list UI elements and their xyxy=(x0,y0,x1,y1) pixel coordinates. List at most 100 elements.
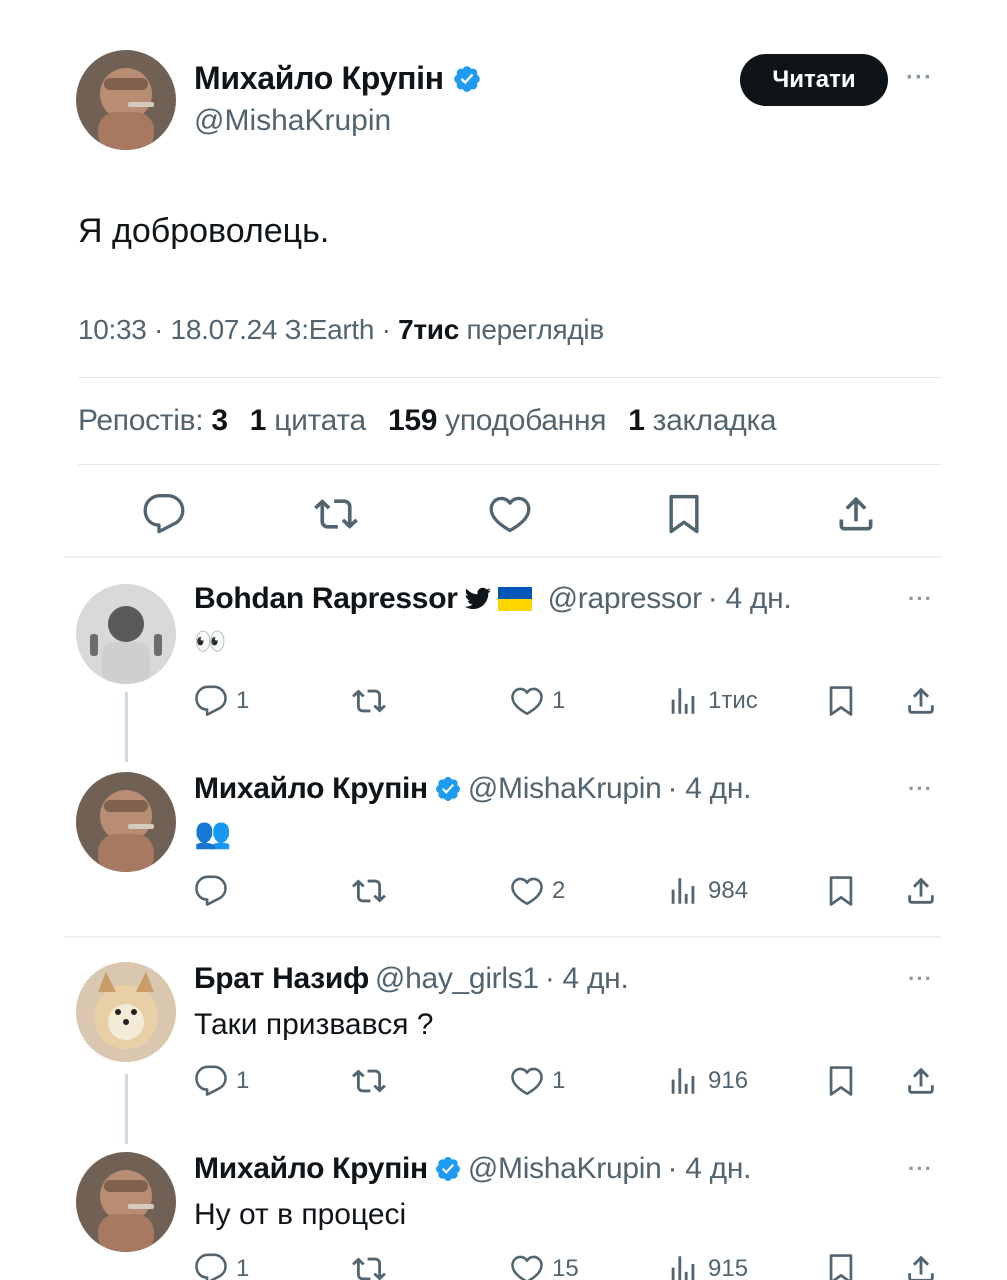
share-action[interactable] xyxy=(904,874,938,908)
views-icon xyxy=(666,684,700,718)
bookmark-action[interactable] xyxy=(824,1064,858,1098)
reply-icon xyxy=(194,1252,228,1280)
reply-icon[interactable] xyxy=(142,492,186,536)
views-action[interactable]: 1тис xyxy=(666,684,758,718)
bookmark-icon xyxy=(824,1252,858,1280)
repost-icon xyxy=(352,1252,386,1280)
reply-author-handle[interactable]: @hay_girls1 xyxy=(375,962,539,996)
reply-author-handle[interactable]: @MishaKrupin xyxy=(468,1152,662,1186)
reply-header: Михайло Крупін @MishaKrupin · 4 дн. xyxy=(194,772,751,806)
author-handle[interactable]: @MishaKrupin xyxy=(194,104,391,138)
reply-avatar[interactable] xyxy=(76,962,176,1062)
like-icon[interactable] xyxy=(488,492,532,536)
views-action[interactable]: 984 xyxy=(666,874,748,908)
thread-line xyxy=(125,692,128,762)
reply-text: Таки призвався ? xyxy=(194,1008,434,1041)
more-options-icon[interactable]: ··· xyxy=(906,64,933,92)
reply-header: Bohdan Rapressor @rapressor · 4 дн. xyxy=(194,582,792,616)
more-options-icon[interactable]: ··· xyxy=(908,586,933,612)
repost-action[interactable] xyxy=(352,1064,394,1098)
reply-author-name[interactable]: Брат Назиф xyxy=(194,962,369,996)
reply-author-name[interactable]: Bohdan Rapressor xyxy=(194,582,458,616)
like-icon xyxy=(510,684,544,718)
share-icon xyxy=(904,874,938,908)
reply-action[interactable]: 1 xyxy=(194,684,249,718)
bookmark-action[interactable] xyxy=(824,874,858,908)
bookmark-icon xyxy=(824,684,858,718)
quotes-stat[interactable]: 1 цитата xyxy=(250,404,366,437)
bookmark-action[interactable] xyxy=(824,684,858,718)
views-icon xyxy=(666,874,700,908)
author-name[interactable]: Михайло Крупін xyxy=(194,60,444,97)
divider xyxy=(78,377,942,378)
share-action[interactable] xyxy=(904,1252,938,1280)
reply-header: Брат Назиф @hay_girls1 · 4 дн. xyxy=(194,962,629,996)
like-action[interactable]: 2 xyxy=(510,874,565,908)
more-options-icon[interactable]: ··· xyxy=(908,1156,933,1182)
repost-action[interactable] xyxy=(352,684,394,718)
reply-text: Ну от в процесі xyxy=(194,1198,407,1231)
bookmark-icon[interactable] xyxy=(662,492,706,536)
reply-author-handle[interactable]: @rapressor xyxy=(548,582,702,616)
repost-action[interactable] xyxy=(352,874,394,908)
reply-action[interactable] xyxy=(194,874,236,908)
bookmarks-stat[interactable]: 1 закладка xyxy=(628,404,776,437)
verified-badge-icon xyxy=(434,1155,462,1183)
reply-author-name[interactable]: Михайло Крупін xyxy=(194,772,428,806)
author-name-row[interactable]: Михайло Крупін xyxy=(194,60,482,97)
reply-avatar[interactable] xyxy=(76,584,176,684)
like-action[interactable]: 1 xyxy=(510,684,565,718)
reply-text: 👥 xyxy=(194,817,232,850)
reply-time[interactable]: · 4 дн. xyxy=(667,1152,751,1186)
repost-action[interactable] xyxy=(352,1252,394,1280)
more-options-icon[interactable]: ··· xyxy=(908,966,933,992)
views-action[interactable]: 915 xyxy=(666,1252,748,1280)
repost-icon[interactable] xyxy=(314,492,358,536)
reply-icon xyxy=(194,684,228,718)
divider xyxy=(78,464,942,465)
views-action[interactable]: 916 xyxy=(666,1064,748,1098)
more-options-icon[interactable]: ··· xyxy=(908,776,933,802)
reply-avatar[interactable] xyxy=(76,1152,176,1252)
tweet-timestamp[interactable]: 10:33 · 18.07.24 З:Earth · xyxy=(78,314,398,345)
divider xyxy=(64,556,942,558)
follow-button[interactable]: Читати xyxy=(740,54,888,106)
reply-time[interactable]: · 4 дн. xyxy=(708,582,792,616)
views-count: 7тис xyxy=(398,314,459,345)
reply-author-handle[interactable]: @MishaKrupin xyxy=(468,772,662,806)
divider xyxy=(64,936,942,938)
like-icon xyxy=(510,1064,544,1098)
reply-action[interactable]: 1 xyxy=(194,1064,249,1098)
reposts-stat[interactable]: Репостів: 3 xyxy=(78,404,228,437)
share-action[interactable] xyxy=(904,684,938,718)
reply-time[interactable]: · 4 дн. xyxy=(545,962,629,996)
reply-header: Михайло Крупін @MishaKrupin · 4 дн. xyxy=(194,1152,751,1186)
bookmark-action[interactable] xyxy=(824,1252,858,1280)
tweet-stats: Репостів: 3 1 цитата 159 уподобання 1 за… xyxy=(78,404,777,438)
reply-avatar[interactable] xyxy=(76,772,176,872)
views-label: переглядів xyxy=(466,314,604,345)
share-icon xyxy=(904,1252,938,1280)
author-avatar[interactable] xyxy=(76,50,176,150)
ukraine-flag-icon xyxy=(497,587,532,611)
reply-icon xyxy=(194,1064,228,1098)
reply-author-name[interactable]: Михайло Крупін xyxy=(194,1152,428,1186)
like-action[interactable]: 1 xyxy=(510,1064,565,1098)
reply-icon xyxy=(194,874,228,908)
likes-stat[interactable]: 159 уподобання xyxy=(388,404,607,437)
share-icon[interactable] xyxy=(834,492,878,536)
verified-badge-icon xyxy=(452,64,482,94)
tweet-meta: 10:33 · 18.07.24 З:Earth · 7тис перегляд… xyxy=(78,314,604,346)
like-action[interactable]: 15 xyxy=(510,1252,579,1280)
bookmark-icon xyxy=(824,1064,858,1098)
bird-icon xyxy=(464,585,492,613)
reply-text: 👀 xyxy=(194,626,227,656)
reply-action[interactable]: 1 xyxy=(194,1252,249,1280)
share-action[interactable] xyxy=(904,1064,938,1098)
repost-icon xyxy=(352,874,386,908)
share-icon xyxy=(904,684,938,718)
reply-time[interactable]: · 4 дн. xyxy=(667,772,751,806)
like-icon xyxy=(510,1252,544,1280)
bookmark-icon xyxy=(824,874,858,908)
share-icon xyxy=(904,1064,938,1098)
